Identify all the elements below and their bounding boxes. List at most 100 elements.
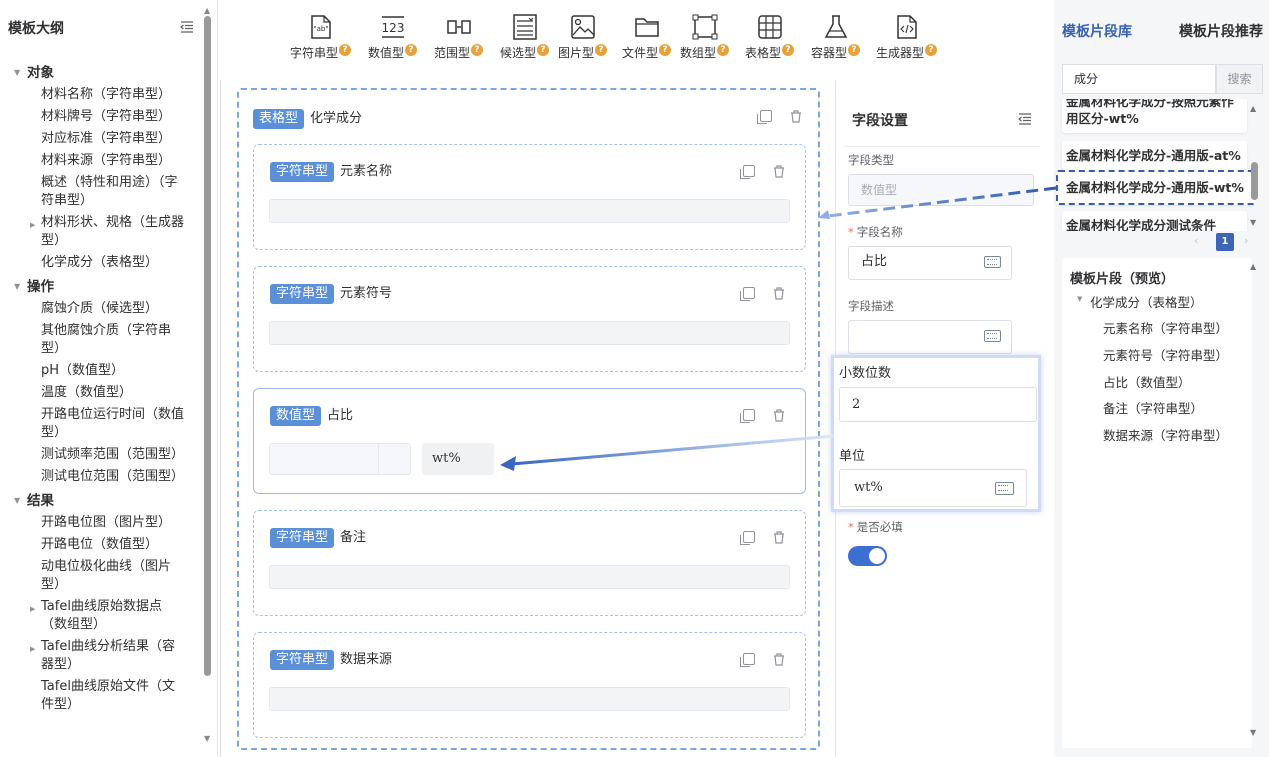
help-icon[interactable]: ? bbox=[782, 44, 795, 56]
help-icon[interactable]: ? bbox=[848, 44, 861, 56]
snippet-result-item[interactable]: 金属材料化学成分-通用版-at% bbox=[1062, 141, 1247, 170]
delete-icon[interactable] bbox=[773, 409, 785, 422]
expand-caret-icon[interactable]: ▼ bbox=[1077, 295, 1082, 303]
snippet-result-item-selected[interactable]: 金属材料化学成分-通用版-wt% bbox=[1056, 170, 1254, 205]
help-icon[interactable]: ? bbox=[471, 44, 484, 56]
outline-scrollbar[interactable]: ▲ ▼ bbox=[204, 6, 212, 746]
tool-range[interactable]: 范围型? bbox=[434, 14, 484, 61]
number-stepper[interactable] bbox=[378, 444, 410, 474]
outline-item[interactable]: pH（数值型） bbox=[0, 362, 200, 380]
field-preview-input[interactable] bbox=[269, 199, 790, 223]
delete-icon[interactable] bbox=[790, 110, 802, 123]
outline-item[interactable]: 动电位极化曲线（图片型） bbox=[0, 558, 200, 594]
outline-item[interactable]: ▶ Tafel曲线分析结果（容器型） bbox=[0, 638, 200, 674]
expand-caret-icon[interactable]: ▶ bbox=[30, 640, 35, 658]
scroll-down-icon[interactable]: ▼ bbox=[1250, 218, 1256, 227]
keyboard-icon[interactable] bbox=[984, 256, 1001, 268]
tool-image[interactable]: 图片型? bbox=[558, 14, 608, 61]
field-desc-input[interactable] bbox=[848, 320, 1012, 354]
tool-number[interactable]: 123 数值型? bbox=[368, 14, 418, 61]
outline-item[interactable]: 对应标准（字符串型） bbox=[0, 130, 200, 148]
outline-item[interactable]: 测试频率范围（范围型） bbox=[0, 446, 200, 464]
table-field-frame[interactable]: 表格型化学成分 字符串型元素名称 字符串型元素符号 数值型占比 wt% bbox=[237, 88, 820, 750]
scroll-up-icon[interactable]: ▲ bbox=[1250, 104, 1256, 113]
outline-item[interactable]: 腐蚀介质（候选型） bbox=[0, 300, 200, 318]
tab-snippet-recommend[interactable]: 模板片段推荐 bbox=[1179, 21, 1263, 41]
search-button[interactable]: 搜索 bbox=[1216, 64, 1263, 94]
preview-root-node[interactable]: ▼ 化学成分（表格型） bbox=[1077, 292, 1203, 311]
outline-item[interactable]: 材料牌号（字符串型） bbox=[0, 108, 200, 126]
field-name-input[interactable]: 占比 bbox=[848, 246, 1012, 280]
field-card-ratio[interactable]: 数值型 占比 wt% bbox=[253, 388, 806, 494]
scroll-up-icon[interactable]: ▲ bbox=[1250, 262, 1256, 271]
copy-icon[interactable] bbox=[757, 110, 772, 124]
outline-item[interactable]: ▶ 材料形状、规格（生成器型） bbox=[0, 214, 200, 250]
field-card-element-symbol[interactable]: 字符串型 元素符号 bbox=[253, 266, 806, 372]
tool-table[interactable]: 表格型? bbox=[745, 14, 795, 61]
required-toggle[interactable] bbox=[848, 546, 887, 566]
copy-icon[interactable] bbox=[740, 165, 755, 179]
outline-group[interactable]: ▼ 操作 bbox=[0, 276, 200, 298]
scroll-down-icon[interactable]: ▼ bbox=[1250, 728, 1256, 737]
prev-page-icon[interactable]: ‹ bbox=[1194, 234, 1198, 247]
scroll-down-icon[interactable]: ▼ bbox=[204, 734, 210, 743]
outline-item[interactable]: 开路电位图（图片型） bbox=[0, 514, 200, 532]
delete-icon[interactable] bbox=[773, 531, 785, 544]
unit-input[interactable]: wt% bbox=[839, 469, 1027, 507]
field-card-remark[interactable]: 字符串型 备注 bbox=[253, 510, 806, 616]
scroll-up-icon[interactable]: ▲ bbox=[204, 6, 210, 15]
field-card-element-name[interactable]: 字符串型 元素名称 bbox=[253, 144, 806, 250]
page-number[interactable]: 1 bbox=[1216, 233, 1234, 251]
scroll-thumb[interactable] bbox=[204, 16, 211, 676]
copy-icon[interactable] bbox=[740, 409, 755, 423]
outline-item[interactable]: 化学成分（表格型） bbox=[0, 254, 200, 272]
tool-container[interactable]: 容器型? bbox=[811, 14, 861, 61]
outline-item[interactable]: 开路电位（数值型） bbox=[0, 536, 200, 554]
copy-icon[interactable] bbox=[740, 531, 755, 545]
delete-icon[interactable] bbox=[773, 165, 785, 178]
keyboard-icon[interactable] bbox=[995, 482, 1014, 495]
results-scrollbar[interactable]: ▲ ▼ bbox=[1250, 104, 1260, 228]
preview-scrollbar[interactable]: ▲ ▼ bbox=[1250, 262, 1260, 740]
outline-item[interactable]: 温度（数值型） bbox=[0, 384, 200, 402]
help-icon[interactable]: ? bbox=[595, 44, 608, 56]
tool-string[interactable]: "ab" 字符串型? bbox=[290, 14, 352, 61]
collapse-panel-icon[interactable] bbox=[1018, 112, 1032, 126]
field-preview-input[interactable] bbox=[269, 565, 790, 589]
tool-choice[interactable]: 候选型? bbox=[500, 14, 550, 61]
field-preview-input[interactable] bbox=[269, 687, 790, 711]
next-page-icon[interactable]: › bbox=[1244, 234, 1248, 247]
expand-caret-icon[interactable]: ▼ bbox=[14, 276, 20, 298]
field-preview-input[interactable] bbox=[269, 321, 790, 345]
tool-generator[interactable]: 生成器型? bbox=[876, 14, 938, 61]
expand-caret-icon[interactable]: ▼ bbox=[14, 490, 20, 512]
outline-item[interactable]: 其他腐蚀介质（字符串型） bbox=[0, 322, 200, 358]
outline-item[interactable]: 概述（特性和用途）（字符串型） bbox=[0, 174, 200, 210]
outline-item[interactable]: ▶ Tafel曲线原始数据点（数组型） bbox=[0, 598, 200, 634]
decimals-input[interactable]: 2 bbox=[839, 387, 1037, 422]
expand-caret-icon[interactable]: ▼ bbox=[14, 62, 20, 84]
snippet-result-item[interactable]: 金属材料化学成分-按照元素作用区分-wt% bbox=[1062, 99, 1247, 133]
outline-group[interactable]: ▼ 对象 bbox=[0, 62, 200, 84]
copy-icon[interactable] bbox=[740, 653, 755, 667]
number-input[interactable] bbox=[269, 443, 411, 475]
expand-caret-icon[interactable]: ▶ bbox=[30, 600, 35, 618]
keyboard-icon[interactable] bbox=[984, 330, 1001, 342]
outline-item[interactable]: 材料名称（字符串型） bbox=[0, 86, 200, 104]
tab-snippet-library[interactable]: 模板片段库 bbox=[1062, 21, 1132, 41]
copy-icon[interactable] bbox=[740, 287, 755, 301]
field-card-data-source[interactable]: 字符串型 数据来源 bbox=[253, 632, 806, 738]
help-icon[interactable]: ? bbox=[925, 44, 938, 56]
outline-item[interactable]: 材料来源（字符串型） bbox=[0, 152, 200, 170]
help-icon[interactable]: ? bbox=[659, 44, 672, 56]
outline-item[interactable]: 开路电位运行时间（数值型） bbox=[0, 406, 200, 442]
collapse-panel-icon[interactable] bbox=[180, 20, 194, 34]
outline-group[interactable]: ▼ 结果 bbox=[0, 490, 200, 512]
help-icon[interactable]: ? bbox=[339, 44, 352, 56]
outline-item[interactable]: 测试电位范围（范围型） bbox=[0, 468, 200, 486]
delete-icon[interactable] bbox=[773, 653, 785, 666]
outline-item[interactable]: Tafel曲线原始文件（文件型） bbox=[0, 678, 200, 714]
snippet-result-item[interactable]: 金属材料化学成分测试条件 bbox=[1062, 211, 1247, 231]
tool-array[interactable]: 数组型? bbox=[680, 14, 730, 61]
tool-file[interactable]: 文件型? bbox=[622, 14, 672, 61]
